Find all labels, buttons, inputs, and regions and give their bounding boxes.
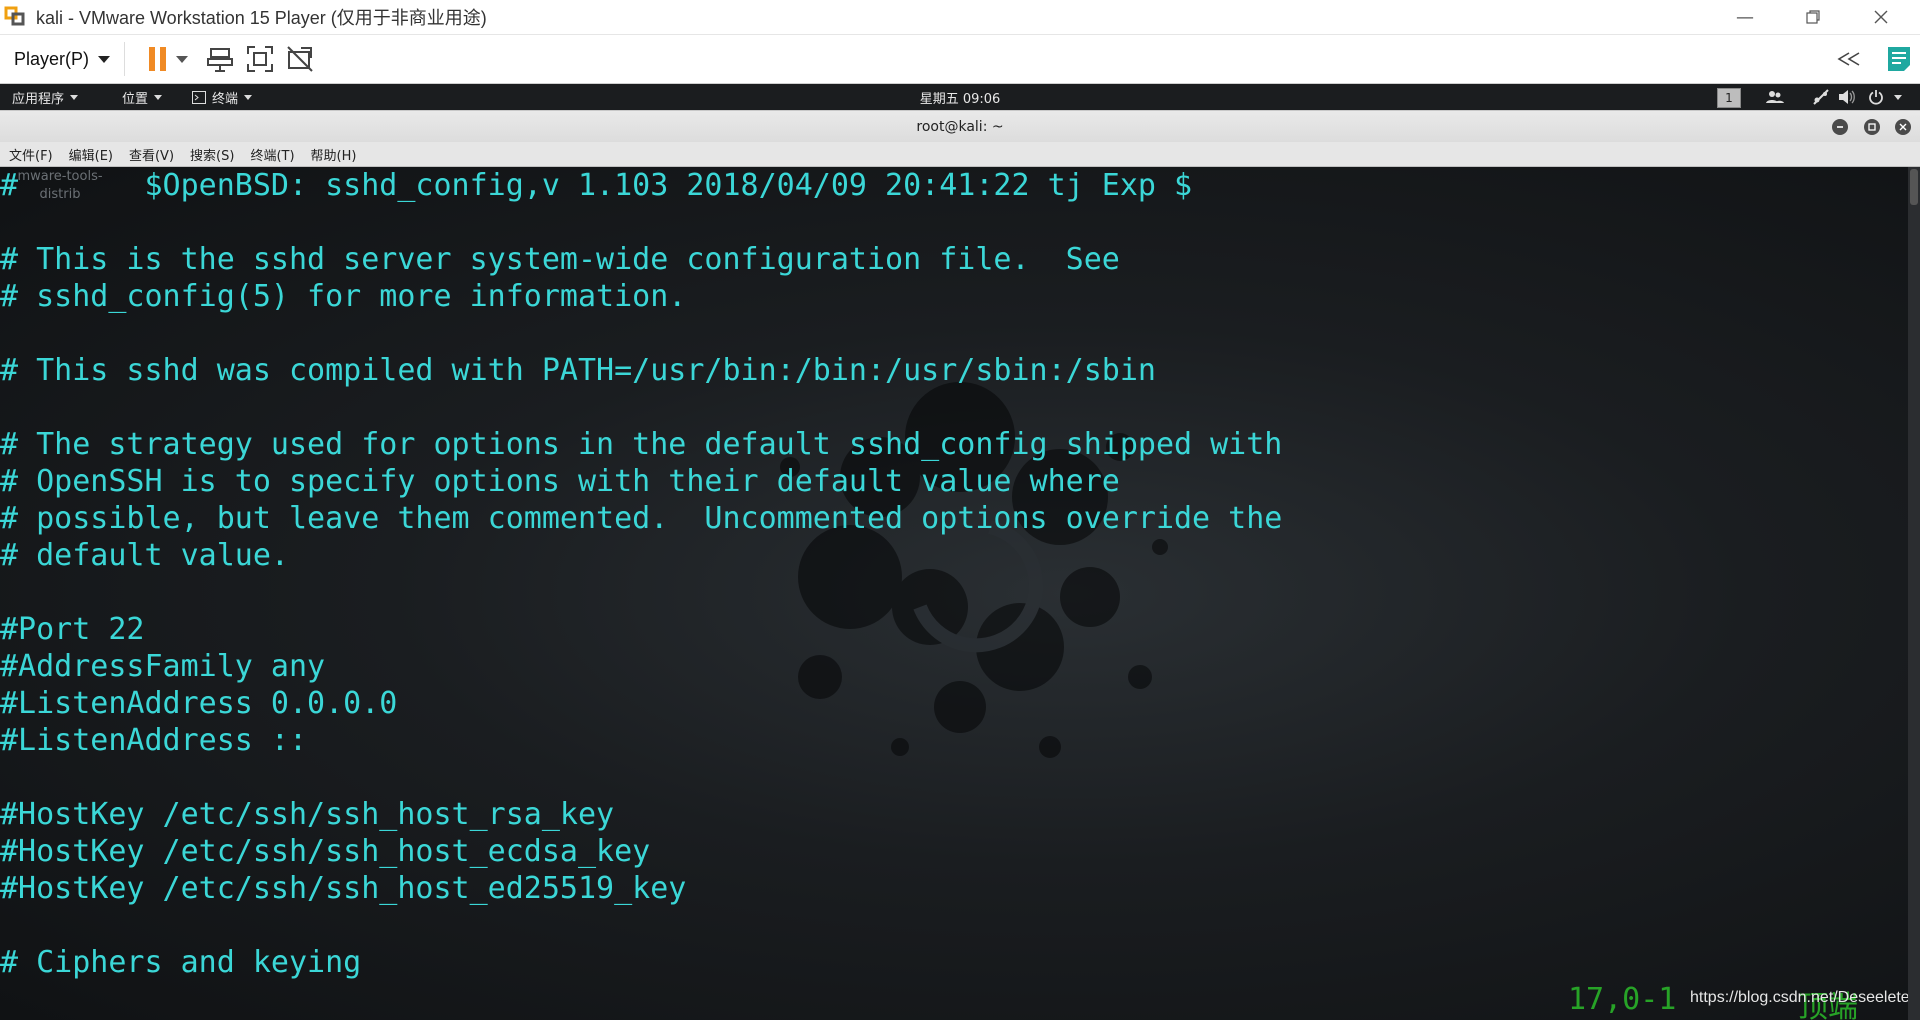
terminal-scrollbar[interactable]	[1908, 167, 1920, 1020]
chevron-down-icon	[98, 55, 111, 63]
scrollbar-thumb[interactable]	[1910, 169, 1918, 205]
menu-file[interactable]: 文件(F)	[9, 145, 53, 164]
terminal-line: # The strategy used for options in the d…	[0, 427, 1283, 462]
terminal-title: root@kali: ~	[916, 119, 1004, 135]
terminal-line: #ListenAddress 0.0.0.0	[0, 686, 398, 721]
terminal-line: # sshd_config(5) for more information.	[0, 279, 687, 314]
places-menu[interactable]: 位置	[122, 84, 163, 110]
restore-icon[interactable]	[1784, 0, 1842, 34]
menu-edit[interactable]: 编辑(E)	[69, 145, 113, 164]
menu-help[interactable]: 帮助(H)	[311, 145, 357, 164]
gnome-top-bar: 应用程序 位置 终端 星期五 09:06 1	[0, 84, 1920, 110]
terminal-line: # Ciphers and keying	[0, 945, 362, 980]
clock-label: 星期五 09:06	[919, 91, 1001, 107]
terminal-minimize-icon[interactable]	[1832, 119, 1848, 135]
pause-icon[interactable]	[143, 44, 173, 74]
vmware-title-bar: kali - VMware Workstation 15 Player (仅用于…	[0, 0, 1920, 35]
watermark: https://blog.csdn.net/Deseelete	[1690, 989, 1908, 1006]
terminal-line: # This is the sshd server system-wide co…	[0, 242, 1120, 277]
unity-icon[interactable]	[285, 44, 315, 74]
fullscreen-icon[interactable]	[245, 44, 275, 74]
terminal-line: #HostKey /etc/ssh/ssh_host_ecdsa_key	[0, 834, 651, 869]
clock[interactable]: 星期五 09:06	[0, 84, 1920, 110]
chevron-down-icon	[154, 94, 163, 100]
chevron-down-icon	[70, 94, 79, 100]
player-menu-button[interactable]: Player(P)	[14, 42, 126, 76]
places-menu-label: 位置	[122, 91, 149, 107]
terminal-content[interactable]: mware-tools- distrib # $OpenBSD: sshd_co…	[0, 167, 1908, 1020]
close-icon[interactable]	[1852, 0, 1910, 34]
terminal-line: #ListenAddress ::	[0, 723, 308, 758]
menu-terminal[interactable]: 终端(T)	[250, 145, 294, 164]
terminal-app-menu-label: 终端	[212, 91, 239, 107]
vmware-logo-icon	[4, 6, 25, 26]
terminal-close-icon[interactable]	[1895, 119, 1911, 135]
users-icon[interactable]	[1766, 88, 1784, 106]
kali-dragon-wallpaper-icon	[780, 382, 1168, 758]
terminal-menubar: 文件(F) 编辑(E) 查看(V) 搜索(S) 终端(T) 帮助(H)	[0, 142, 1920, 167]
applications-menu[interactable]: 应用程序	[12, 84, 79, 110]
vmware-toolbar: Player(P)	[0, 35, 1920, 84]
menu-view[interactable]: 查看(V)	[129, 145, 174, 164]
terminal-line: #AddressFamily any	[0, 649, 326, 684]
terminal-app-menu[interactable]: 终端	[192, 84, 253, 110]
terminal-line: #HostKey /etc/ssh/ssh_host_rsa_key	[0, 797, 615, 832]
terminal-line: # default value.	[0, 538, 289, 573]
collapse-toolbar-icon[interactable]	[1834, 44, 1864, 74]
menu-search[interactable]: 搜索(S)	[190, 145, 234, 164]
send-ctrl-alt-del-icon[interactable]	[205, 44, 235, 74]
terminal-line: # possible, but leave them commented. Un…	[0, 501, 1283, 536]
terminal-title-bar: root@kali: ~	[0, 110, 1920, 143]
terminal-maximize-icon[interactable]	[1864, 119, 1880, 135]
network-icon[interactable]	[1812, 88, 1830, 106]
pause-dropdown-icon[interactable]	[173, 44, 191, 74]
applications-menu-label: 应用程序	[12, 91, 65, 107]
window-title: kali - VMware Workstation 15 Player (仅用于…	[36, 8, 487, 28]
volume-icon[interactable]	[1838, 88, 1856, 106]
power-icon[interactable]	[1868, 88, 1884, 106]
minimize-icon[interactable]: —	[1716, 0, 1774, 34]
workspace-indicator[interactable]: 1	[1717, 88, 1741, 108]
terminal-line: #Port 22	[0, 612, 145, 647]
terminal-line: # This sshd was compiled with PATH=/usr/…	[0, 353, 1156, 388]
terminal-line: # $OpenBSD: sshd_config,v 1.103 2018/04/…	[0, 168, 1193, 203]
cursor-position-status: 17,0-1	[1568, 982, 1677, 1017]
terminal-icon	[192, 90, 206, 104]
system-menu-chevron-icon[interactable]	[1894, 88, 1902, 106]
terminal-line: #HostKey /etc/ssh/ssh_host_ed25519_key	[0, 871, 687, 906]
player-menu-label: Player(P)	[14, 48, 90, 69]
terminal-line: # OpenSSH is to specify options with the…	[0, 464, 1120, 499]
chevron-down-icon	[244, 94, 253, 100]
notes-icon[interactable]	[1884, 44, 1914, 74]
